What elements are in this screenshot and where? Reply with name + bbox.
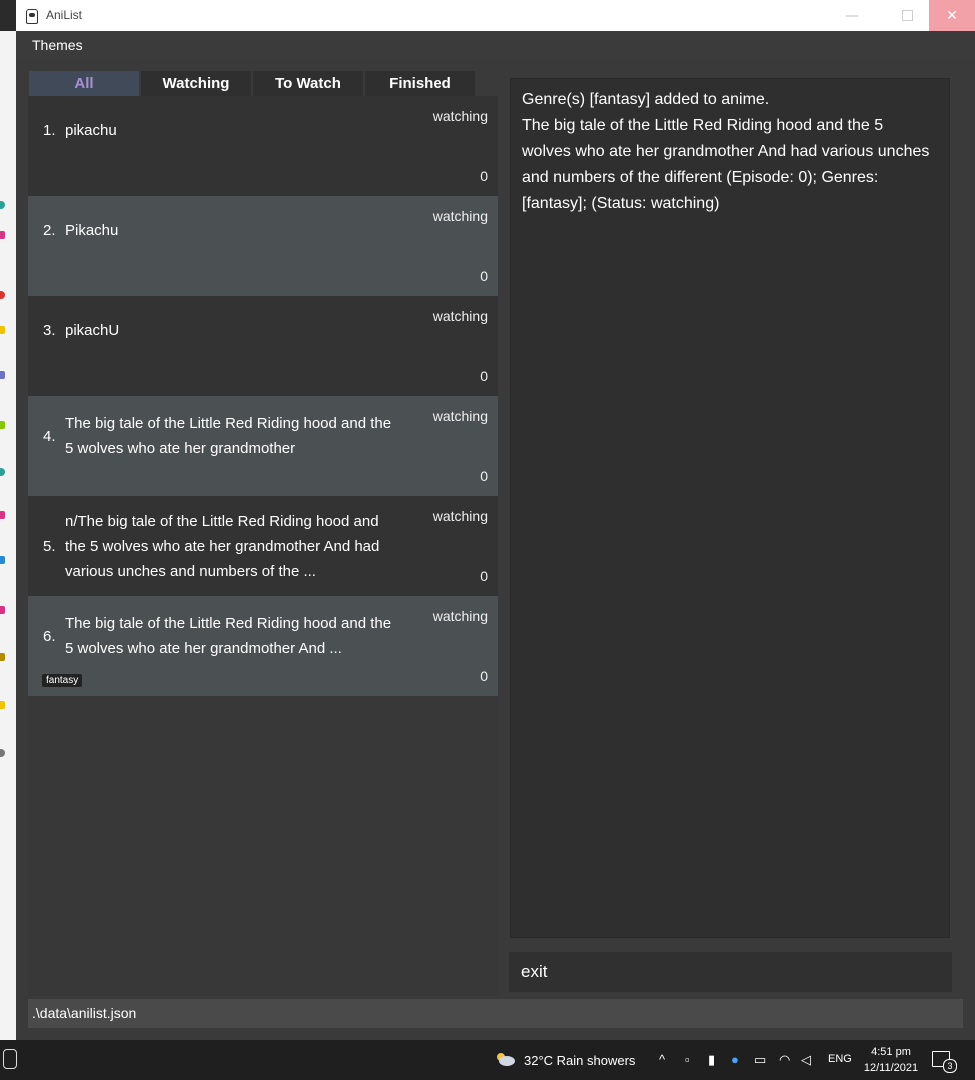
result-display: Genre(s) [fantasy] added to anime. The b… <box>510 78 950 938</box>
notification-count: 3 <box>943 1059 957 1073</box>
background-desktop-strip <box>0 31 16 1040</box>
desktop-icon <box>0 201 5 209</box>
camera-icon[interactable]: ▫ <box>685 1052 690 1067</box>
anime-card[interactable]: 2. Pikachu watching 0 <box>28 196 498 296</box>
weather-icon[interactable] <box>494 1051 516 1067</box>
anime-status: watching <box>432 508 488 524</box>
anime-episode: 0 <box>480 168 488 184</box>
battery-icon[interactable]: ▭ <box>754 1052 766 1068</box>
maximize-icon <box>901 10 913 21</box>
volume-icon[interactable]: ◁ <box>801 1052 811 1068</box>
minimize-button[interactable]: — <box>829 0 875 31</box>
desktop-icon <box>0 371 5 379</box>
desktop-icon <box>0 511 5 519</box>
wifi-icon[interactable]: ◠ <box>779 1052 790 1068</box>
desktop-icon <box>0 653 5 661</box>
genre-tag: fantasy <box>42 674 83 687</box>
anime-episode: 0 <box>480 268 488 284</box>
anime-card[interactable]: 4. The big tale of the Little Red Riding… <box>28 396 498 496</box>
taskbar: 32°C Rain showers ^ ▫ ▮ ● ▭ ◠ ◁ ENG 4:51… <box>0 1040 975 1080</box>
clock[interactable]: 4:51 pm 12/11/2021 <box>862 1044 920 1076</box>
anime-index: 3. <box>43 322 56 339</box>
close-icon: ✕ <box>946 7 958 24</box>
anime-name: The big tale of the Little Red Riding ho… <box>65 615 392 657</box>
anime-index: 2. <box>43 222 56 239</box>
title-bar: AniList — ✕ <box>16 0 975 32</box>
anime-list[interactable]: 1. pikachu watching 0 2. Pikachu watchin… <box>28 96 498 996</box>
anime-index: 5. <box>43 538 56 555</box>
desktop-icon <box>0 421 5 429</box>
anime-name: The big tale of the Little Red Riding ho… <box>65 415 392 457</box>
status-bar: .\data\anilist.json <box>28 999 963 1028</box>
desktop-icon <box>0 749 5 757</box>
anime-card[interactable]: 1. pikachu watching 0 <box>28 96 498 196</box>
anime-card[interactable]: 3. pikachU watching 0 <box>28 296 498 396</box>
tab-all[interactable]: All <box>29 71 139 96</box>
menu-themes[interactable]: Themes <box>32 37 83 53</box>
weather-text[interactable]: 32°C Rain showers <box>524 1053 635 1068</box>
anime-name: pikachu <box>65 122 117 139</box>
anime-name: Pikachu <box>65 222 119 239</box>
tab-to-watch[interactable]: To Watch <box>253 71 363 96</box>
anime-status: watching <box>432 408 488 424</box>
microphone-icon[interactable]: ▮ <box>708 1052 715 1068</box>
data-file-path: .\data\anilist.json <box>32 1005 137 1021</box>
anime-index: 6. <box>43 628 56 645</box>
anime-name: n/The big tale of the Little Red Riding … <box>65 513 380 580</box>
anime-status: watching <box>432 208 488 224</box>
desktop-icon <box>0 231 5 239</box>
anime-index: 1. <box>43 122 56 139</box>
desktop-icon <box>0 468 5 476</box>
anime-episode: 0 <box>480 468 488 484</box>
anime-episode: 0 <box>480 568 488 584</box>
anime-card[interactable]: 6. The big tale of the Little Red Riding… <box>28 596 498 696</box>
anime-name: pikachU <box>65 322 120 339</box>
maximize-button[interactable] <box>884 0 930 31</box>
anime-episode: 0 <box>480 668 488 684</box>
anime-index: 4. <box>43 428 56 445</box>
app-icon <box>26 9 38 24</box>
desktop-icon <box>0 291 5 299</box>
close-button[interactable]: ✕ <box>929 0 975 31</box>
anime-card[interactable]: 5. n/The big tale of the Little Red Ridi… <box>28 496 498 596</box>
desktop-icon <box>0 326 5 334</box>
desktop-icon <box>0 606 5 614</box>
anime-status: watching <box>432 308 488 324</box>
clock-time: 4:51 pm <box>871 1046 911 1058</box>
desktop-icon <box>0 556 5 564</box>
window-title: AniList <box>46 8 83 22</box>
minimize-icon: — <box>845 7 859 24</box>
command-box[interactable] <box>509 952 952 992</box>
language-indicator[interactable]: ENG <box>828 1053 852 1065</box>
bluetooth-icon[interactable]: ● <box>731 1052 739 1067</box>
clock-date: 12/11/2021 <box>863 1062 919 1074</box>
command-input[interactable] <box>509 952 952 992</box>
anime-episode: 0 <box>480 368 488 384</box>
show-hidden-icons-icon[interactable]: ^ <box>659 1052 665 1067</box>
result-text: Genre(s) [fantasy] added to anime. The b… <box>522 91 930 212</box>
anime-status: watching <box>432 608 488 624</box>
desktop-icon <box>0 701 5 709</box>
taskbar-app-icon[interactable] <box>3 1049 17 1069</box>
tab-watching[interactable]: Watching <box>141 71 251 96</box>
anime-status: watching <box>432 108 488 124</box>
tab-finished[interactable]: Finished <box>365 71 475 96</box>
menu-bar: Themes <box>16 31 975 61</box>
